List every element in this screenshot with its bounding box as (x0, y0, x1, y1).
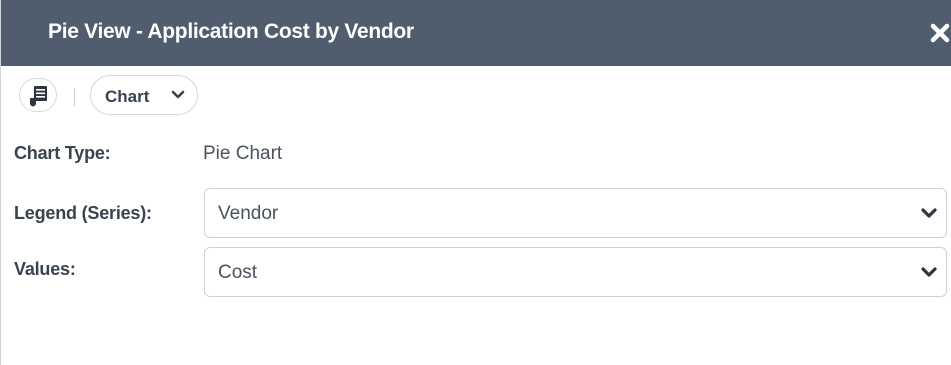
values-select[interactable]: Cost (204, 247, 947, 297)
view-type-label: Chart (105, 87, 150, 106)
view-type-dropdown[interactable]: Chart (90, 75, 198, 115)
chart-type-value: Pie Chart (203, 143, 283, 164)
dialog-toolbar: Chart (1, 66, 951, 124)
chart-type-label: Chart Type: (14, 143, 111, 163)
pie-view-dialog: Pie View - Application Cost by Vendor Ch… (0, 0, 951, 365)
report-options-button[interactable] (19, 78, 57, 112)
close-button[interactable] (928, 17, 951, 49)
legend-series-select[interactable]: Vendor (204, 188, 947, 238)
dialog-title: Pie View - Application Cost by Vendor (48, 20, 414, 43)
legend-series-label: Legend (Series): (14, 203, 152, 223)
chevron-down-icon (921, 208, 937, 218)
report-list-icon (30, 86, 47, 107)
toolbar-divider (74, 88, 75, 106)
legend-series-value: Vendor (218, 203, 279, 224)
dialog-titlebar: Pie View - Application Cost by Vendor (1, 0, 951, 66)
values-value: Cost (218, 262, 258, 283)
chevron-down-icon (921, 267, 937, 277)
close-icon (930, 23, 950, 43)
chevron-down-icon (171, 90, 185, 99)
values-label: Values: (14, 259, 76, 279)
